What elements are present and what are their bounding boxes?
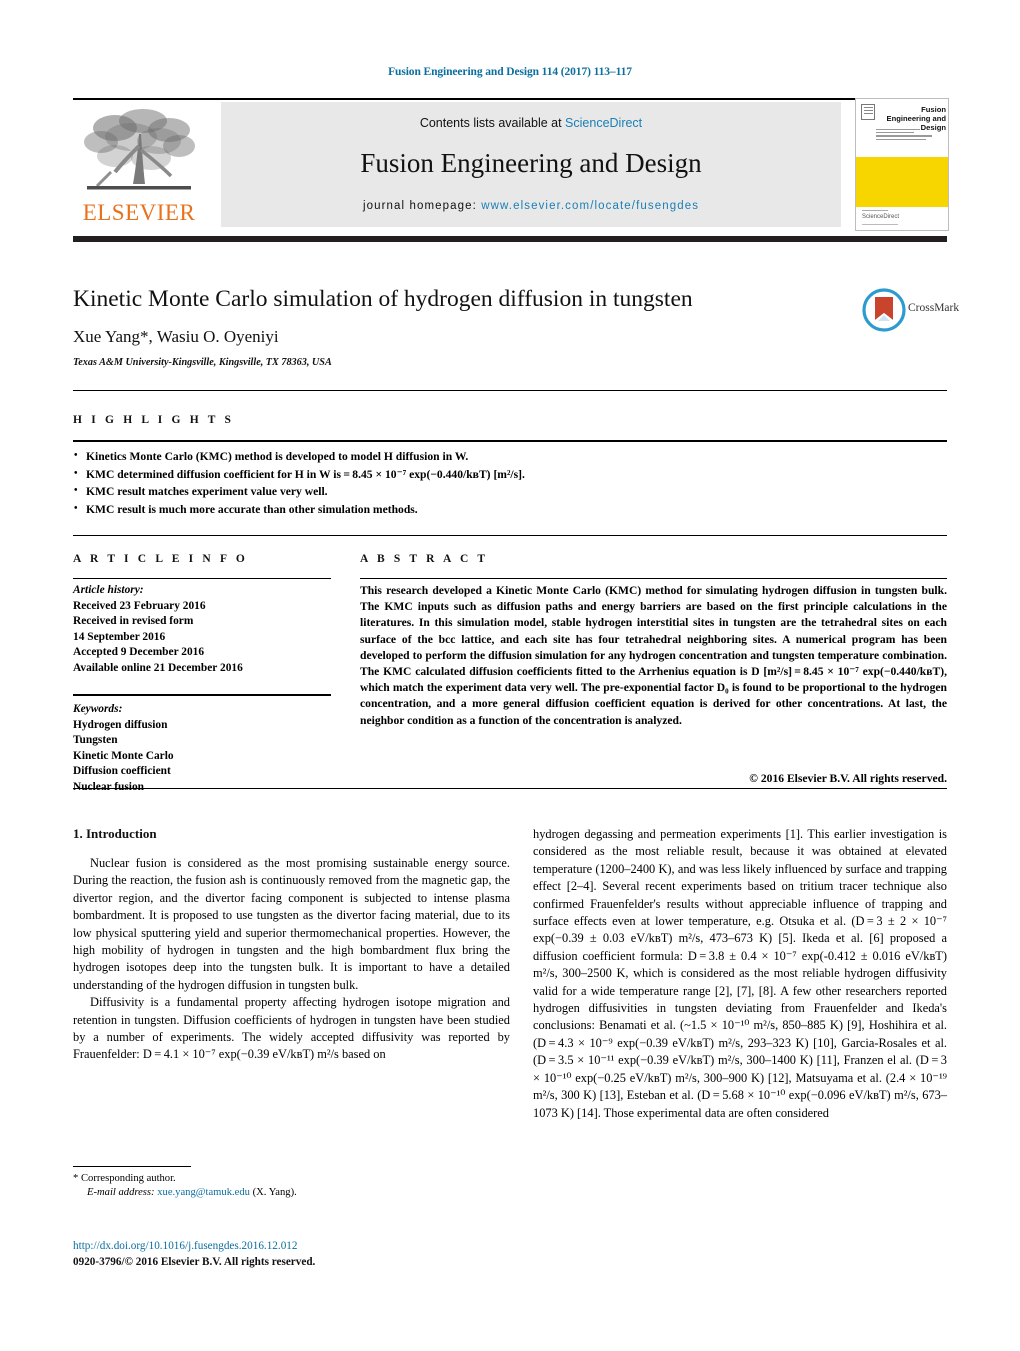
email-attribution: (X. Yang). (252, 1187, 297, 1199)
paragraph: Nuclear fusion is considered as the most… (73, 856, 510, 992)
crossmark-label: CrossMark (908, 302, 960, 314)
keyword-item: Diffusion coefficient (73, 765, 171, 778)
elsevier-logo: ELSEVIER (73, 102, 205, 229)
journal-title: Fusion Engineering and Design (360, 148, 702, 178)
cover-journal-title: Fusion Engineering and Design (886, 105, 947, 132)
issn-copyright-line: 0920-3796/© 2016 Elsevier B.V. All right… (73, 1255, 316, 1268)
list-item: KMC result matches experiment value very… (73, 482, 947, 501)
journal-homepage-line: journal homepage: www.elsevier.com/locat… (221, 200, 841, 212)
body-column-right: hydrogen degassing and permeation experi… (533, 826, 947, 1122)
elsevier-wordmark: ELSEVIER (82, 200, 196, 225)
history-line: Available online 21 December 2016 (73, 661, 243, 674)
elsevier-tree-icon (84, 109, 195, 190)
corresponding-author-text: Corresponding author. (80, 1173, 176, 1184)
journal-cover-thumbnail[interactable]: Fusion Engineering and Design ScienceDir… (855, 98, 949, 231)
crossmark-badge[interactable]: CrossMark (862, 288, 959, 332)
history-line: Received 23 February 2016 (73, 599, 206, 612)
cover-footer: ScienceDirect (856, 207, 948, 229)
masthead-top-rule (73, 98, 947, 100)
crossmark-icon (862, 288, 906, 332)
sciencedirect-link[interactable]: ScienceDirect (565, 116, 642, 130)
email-line: E-mail address: xue.yang@tamuk.edu (X. Y… (73, 1186, 510, 1200)
history-line: Accepted 9 December 2016 (73, 646, 205, 659)
contents-band: Contents lists available at ScienceDirec… (221, 102, 841, 227)
highlights-list: Kinetics Monte Carlo (KMC) method is dev… (73, 447, 947, 519)
article-page: Fusion Engineering and Design 114 (2017)… (0, 0, 1020, 1351)
article-info-rule (73, 578, 331, 579)
cover-header: Fusion Engineering and Design (856, 99, 948, 158)
abstract-bottom-rule (73, 788, 947, 789)
cover-subtext-lines (876, 129, 944, 142)
page-title: Kinetic Monte Carlo simulation of hydrog… (73, 286, 693, 312)
abstract-text: This research developed a Kinetic Monte … (360, 584, 947, 727)
abstract-copyright: © 2016 Elsevier B.V. All rights reserved… (749, 772, 947, 785)
article-history-block: Article history: Received 23 February 20… (73, 583, 331, 677)
footnote-rule (73, 1166, 191, 1167)
journal-homepage-link[interactable]: www.elsevier.com/locate/fusengdes (481, 200, 699, 212)
keyword-item: Hydrogen diffusion (73, 718, 168, 731)
list-item: KMC determined diffusion coefficient for… (73, 465, 947, 484)
keyword-item: Tungsten (73, 734, 118, 747)
keywords-block: Keywords: Hydrogen diffusion Tungsten Ki… (73, 702, 331, 796)
section-heading-introduction: 1. Introduction (73, 826, 157, 841)
masthead-bottom-bar (73, 236, 947, 242)
corresponding-marker: * (73, 1173, 79, 1184)
abstract-rule (360, 578, 947, 579)
highlights-bottom-rule (73, 535, 947, 536)
journal-masthead: ELSEVIER Contents lists available at Sci… (73, 98, 949, 231)
body-column-left: Nuclear fusion is considered as the most… (73, 855, 510, 1064)
footnote-block: * Corresponding author. E-mail address: … (73, 1172, 510, 1201)
cover-brand-label: ScienceDirect (862, 214, 900, 220)
paragraph: Diffusivity is a fundamental property af… (73, 995, 510, 1062)
running-head: Fusion Engineering and Design 114 (2017)… (388, 66, 632, 78)
article-history-header: Article history: (73, 584, 144, 596)
list-item: Kinetics Monte Carlo (KMC) method is dev… (73, 447, 947, 466)
highlights-heading: H I G H L I G H T S (73, 414, 235, 426)
abstract-heading: A B S T R A C T (360, 553, 489, 565)
contents-available-line: Contents lists available at ScienceDirec… (221, 116, 841, 130)
author-names: Xue Yang*, Wasiu O. Oyeniyi (73, 327, 279, 346)
corresponding-author-line: * Corresponding author. (73, 1172, 510, 1186)
keyword-item: Kinetic Monte Carlo (73, 749, 174, 762)
cover-publisher-icon (861, 104, 875, 120)
homepage-prefix: journal homepage: (362, 200, 482, 212)
history-line: 14 September 2016 (73, 630, 166, 643)
article-info-heading: A R T I C L E I N F O (73, 553, 248, 565)
email-label: E-mail address: (87, 1187, 155, 1199)
affiliation: Texas A&M University-Kingsville, Kingsvi… (73, 357, 332, 368)
doi-link[interactable]: http://dx.doi.org/10.1016/j.fusengdes.20… (73, 1239, 510, 1255)
history-line: Received in revised form (73, 615, 194, 628)
title-bottom-rule (73, 390, 947, 391)
keywords-rule (73, 694, 331, 696)
keywords-header: Keywords: (73, 703, 123, 715)
highlights-rule (73, 440, 947, 442)
paragraph: hydrogen degassing and permeation experi… (533, 827, 947, 1120)
doi-block: http://dx.doi.org/10.1016/j.fusengdes.20… (73, 1239, 510, 1270)
list-item: KMC result is much more accurate than ot… (73, 500, 947, 519)
author-list: Xue Yang*, Wasiu O. Oyeniyi (73, 327, 813, 347)
contents-prefix: Contents lists available at (419, 116, 566, 130)
email-link[interactable]: xue.yang@tamuk.edu (157, 1187, 250, 1198)
cover-color-panel (856, 157, 948, 207)
